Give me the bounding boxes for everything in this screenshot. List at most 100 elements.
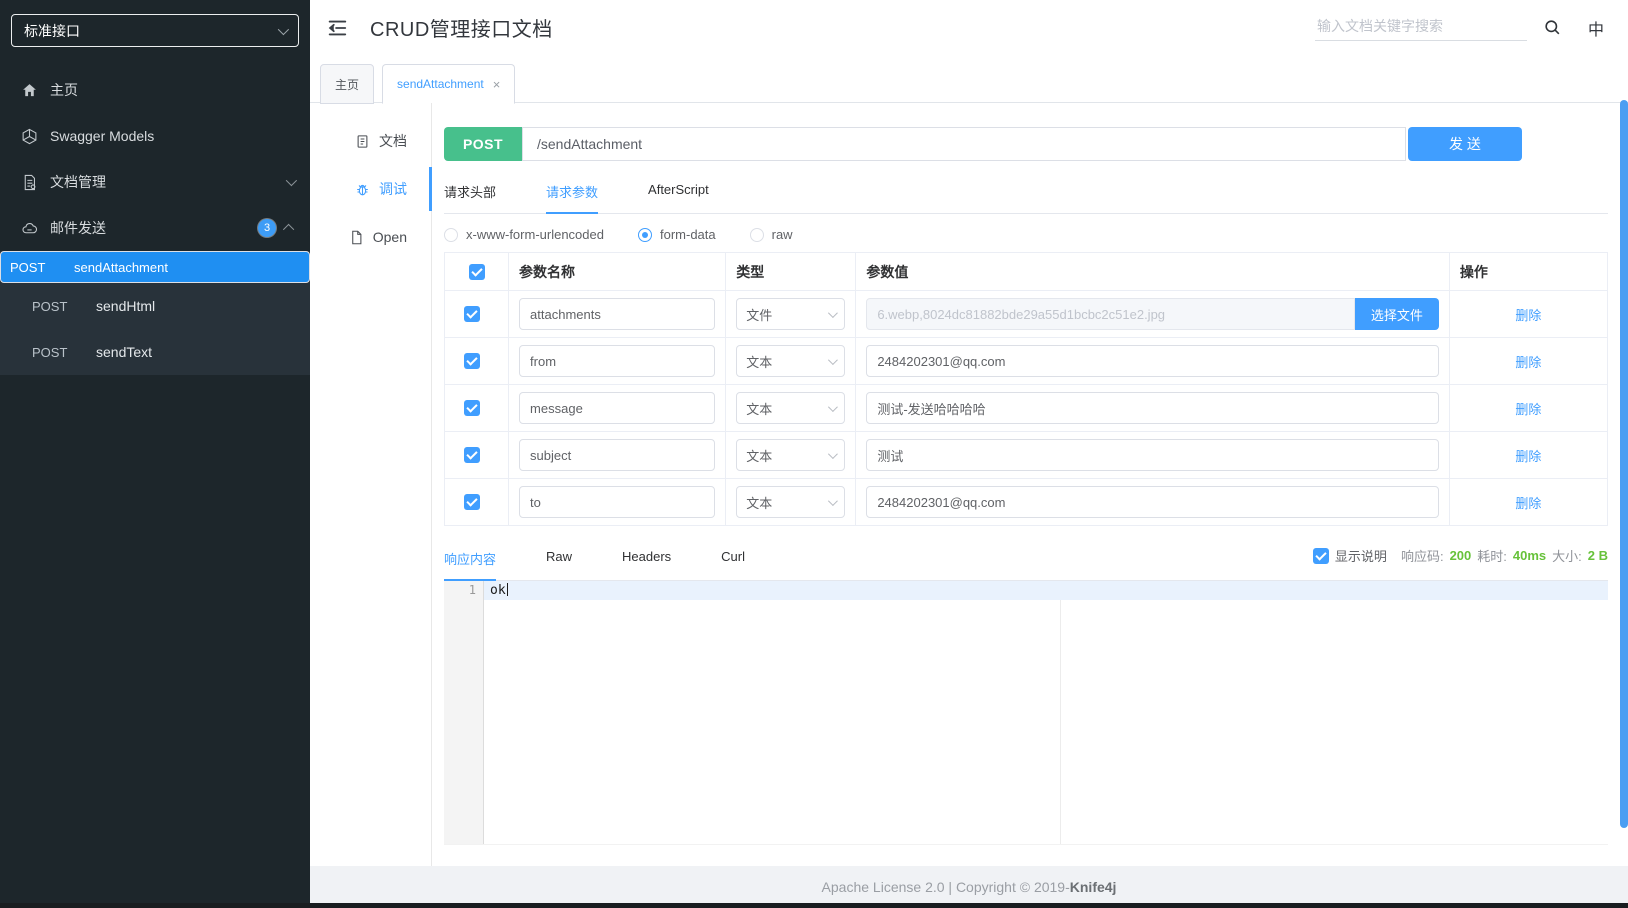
collapse-sidebar-button[interactable] (326, 17, 348, 39)
api-group-select[interactable]: 标准接口 (11, 14, 299, 47)
col-param-name: 参数名称 (508, 252, 727, 291)
document-manage-icon (24, 174, 36, 190)
doc-icon (357, 134, 368, 148)
param-type-value: 文本 (746, 495, 773, 511)
response-text: ok (490, 583, 506, 598)
row-checkbox[interactable] (463, 446, 480, 463)
close-icon[interactable]: × (493, 78, 501, 91)
param-value-input[interactable] (866, 486, 1439, 518)
row-checkbox[interactable] (463, 305, 480, 322)
radio-label: form-data (659, 227, 716, 242)
param-name-input[interactable] (519, 392, 716, 424)
content-area: 文档 调试 Open POST 发 送 请求头部 (310, 103, 1628, 866)
table-row: 文件 选择文件 删除 (443, 290, 1609, 338)
row-checkbox[interactable] (463, 399, 480, 416)
nav-item-debug[interactable]: 调试 (310, 165, 432, 213)
radio-icon (749, 227, 764, 242)
param-value-input[interactable] (866, 439, 1439, 471)
sidebar-item-sendtext[interactable]: POST sendText (0, 329, 310, 375)
table-row: 文本 删除 (443, 384, 1609, 432)
sidebar-item-label: 文档管理 (50, 174, 106, 190)
row-checkbox[interactable] (463, 493, 480, 510)
api-name: sendAttachment (74, 259, 168, 275)
param-type-select[interactable]: 文本 (736, 345, 846, 377)
editor-body[interactable]: ok (484, 581, 1608, 844)
file-input-group: 选择文件 (866, 298, 1439, 330)
sidebar-item-sendattachment[interactable]: POST sendAttachment (0, 251, 310, 283)
sidebar: 标准接口 主页 Swagger Models 文档管理 邮件发送 3 POST … (0, 0, 310, 908)
tab-curl[interactable]: Curl (721, 539, 745, 580)
tab-home[interactable]: 主页 (320, 64, 375, 104)
send-button[interactable]: 发 送 (1408, 127, 1522, 161)
nav-item-doc[interactable]: 文档 (310, 117, 431, 165)
models-icon (22, 128, 37, 144)
open-file-icon (351, 230, 362, 244)
language-toggle[interactable]: 中 (1588, 16, 1604, 40)
main-area: CRUD管理接口文档 中 主页 sendAttachment × 文档 (310, 0, 1628, 908)
sidebar-item-document-manage[interactable]: 文档管理 (0, 159, 310, 205)
param-name-input[interactable] (519, 439, 716, 471)
show-description-label: 显示说明 (1334, 549, 1387, 564)
select-all-checkbox[interactable] (468, 264, 485, 281)
param-type-select[interactable]: 文本 (736, 392, 846, 424)
delete-row-link[interactable]: 删除 (1460, 399, 1597, 418)
tab-request-params[interactable]: 请求参数 (546, 172, 599, 214)
size-value: 2 B (1587, 548, 1608, 563)
nav-item-open[interactable]: Open (310, 213, 431, 261)
radio-x-www-form-urlencoded[interactable]: x-www-form-urlencoded (444, 227, 604, 242)
delete-row-link[interactable]: 删除 (1460, 305, 1597, 324)
param-type-value: 文件 (746, 307, 773, 323)
search-icon[interactable] (1543, 18, 1562, 37)
row-checkbox[interactable] (463, 352, 480, 369)
sidebar-menu: 主页 Swagger Models 文档管理 邮件发送 3 POST sendA… (0, 67, 310, 375)
method-label: POST (32, 298, 68, 314)
param-name-input[interactable] (519, 298, 716, 330)
search-input[interactable] (1314, 14, 1527, 40)
show-description-checkbox[interactable] (1312, 547, 1329, 564)
response-editor[interactable]: 1 ok (444, 581, 1608, 845)
sidebar-item-swagger-models[interactable]: Swagger Models (0, 113, 310, 159)
chevron-down-icon (828, 354, 839, 365)
delete-row-link[interactable]: 删除 (1460, 446, 1597, 465)
col-param-value: 参数值 (855, 252, 1450, 291)
tab-response-content[interactable]: 响应内容 (444, 539, 497, 581)
sidebar-submenu: POST sendAttachment POST sendHtml POST s… (0, 251, 310, 375)
table-row: 文本 删除 (443, 431, 1609, 479)
request-tabs: 请求头部 请求参数 AfterScript (444, 172, 1608, 214)
page-scrollbar-thumb[interactable] (1620, 100, 1628, 828)
method-label: POST (32, 344, 68, 360)
param-type-select[interactable]: 文本 (736, 486, 846, 518)
nav-item-label: 文档 (379, 133, 407, 149)
chevron-down-icon (277, 23, 290, 35)
param-value-input[interactable] (866, 392, 1439, 424)
tab-raw[interactable]: Raw (546, 539, 572, 580)
radio-label: x-www-form-urlencoded (466, 227, 604, 242)
sidebar-item-label: 邮件发送 (50, 220, 106, 236)
tab-sendattachment[interactable]: sendAttachment × (382, 64, 516, 104)
radio-form-data[interactable]: form-data (637, 227, 716, 242)
param-name-input[interactable] (519, 345, 716, 377)
fold-menu-icon (328, 20, 347, 35)
param-value-input[interactable] (866, 345, 1439, 377)
tab-label: 主页 (335, 77, 360, 92)
sidebar-item-mail-send[interactable]: 邮件发送 3 (0, 205, 310, 251)
code-line: ok (484, 581, 1608, 600)
param-type-select[interactable]: 文件 (736, 298, 846, 330)
delete-row-link[interactable]: 删除 (1460, 493, 1597, 512)
param-type-select[interactable]: 文本 (736, 439, 846, 471)
tab-headers[interactable]: Headers (622, 539, 671, 580)
sidebar-item-label: Swagger Models (50, 128, 155, 144)
delete-row-link[interactable]: 删除 (1460, 352, 1597, 371)
open-tabs-bar: 主页 sendAttachment × (310, 55, 1628, 104)
radio-icon (444, 227, 458, 242)
sidebar-item-sendhtml[interactable]: POST sendHtml (0, 283, 310, 329)
tab-request-headers[interactable]: 请求头部 (444, 172, 496, 213)
param-name-input[interactable] (519, 486, 716, 518)
choose-file-button[interactable]: 选择文件 (1354, 298, 1439, 330)
response-status-bar: 显示说明 响应码: 200 耗时: 40ms 大小: 2 B (1312, 539, 1608, 580)
request-url-input[interactable] (522, 127, 1406, 161)
sidebar-item-home[interactable]: 主页 (0, 67, 310, 113)
print-margin-line (1060, 581, 1061, 844)
radio-raw[interactable]: raw (749, 227, 793, 242)
tab-afterscript[interactable]: AfterScript (648, 172, 709, 213)
